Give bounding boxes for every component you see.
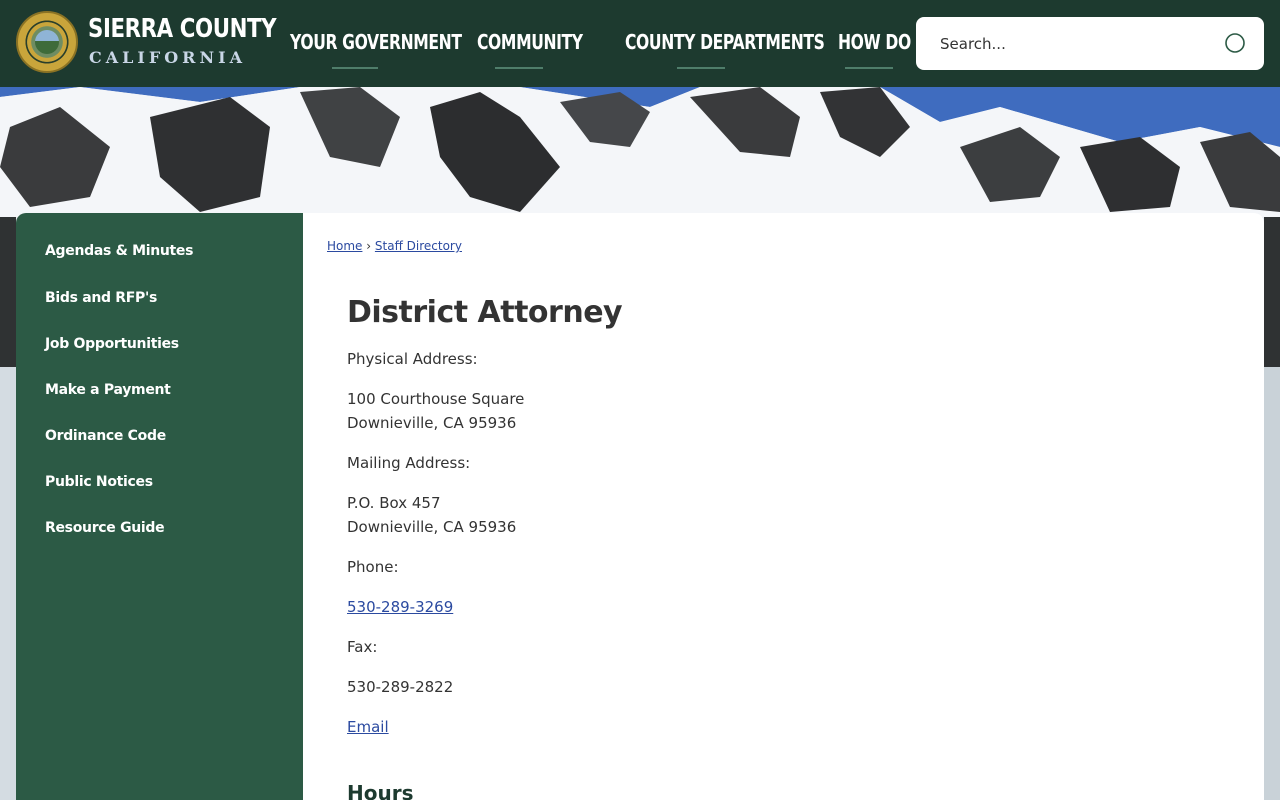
hours-heading: Hours [347,781,414,800]
sidebar-item-agendas-minutes[interactable]: Agendas & Minutes [45,243,193,259]
nav-underline [845,67,893,69]
sidebar-item-make-a-payment[interactable]: Make a Payment [45,382,171,398]
nav-underline [495,67,543,69]
breadcrumb-home-link[interactable]: Home [327,239,362,253]
search-box [916,17,1264,70]
mailing-address-line1: P.O. Box 457 [347,494,441,512]
brand-subtitle[interactable]: CALIFORNIA [89,48,246,67]
physical-address-label: Physical Address: [347,350,478,368]
sidebar-nav: Agendas & Minutes Bids and RFP's Job Opp… [16,213,303,800]
nav-county-departments[interactable]: COUNTY DEPARTMENTS [625,30,825,54]
nav-underline [332,67,378,69]
sidebar-item-public-notices[interactable]: Public Notices [45,474,153,490]
phone-label: Phone: [347,558,399,576]
search-icon[interactable] [1224,32,1246,54]
county-seal-logo[interactable] [16,11,78,73]
search-input[interactable] [940,31,1210,57]
mailing-address-line2: Downieville, CA 95936 [347,518,517,536]
fax-label: Fax: [347,638,378,656]
seal-center [35,30,59,54]
physical-address-line1: 100 Courthouse Square [347,390,525,408]
sidebar-item-resource-guide[interactable]: Resource Guide [45,520,165,536]
breadcrumb: Home › Staff Directory [327,239,462,253]
nav-community[interactable]: COMMUNITY [477,30,583,54]
site-header: SIERRA COUNTY CALIFORNIA YOUR GOVERNMENT… [0,0,1280,87]
page-title: District Attorney [347,295,623,330]
physical-address-line2: Downieville, CA 95936 [347,414,517,432]
nav-your-government[interactable]: YOUR GOVERNMENT [290,30,462,54]
mailing-address-label: Mailing Address: [347,454,471,472]
breadcrumb-separator: › [366,239,372,253]
breadcrumb-staff-directory-link[interactable]: Staff Directory [375,239,462,253]
fax-number: 530-289-2822 [347,678,454,696]
sidebar-item-ordinance-code[interactable]: Ordinance Code [45,428,166,444]
sidebar-item-job-opportunities[interactable]: Job Opportunities [45,336,179,352]
main-content: Home › Staff Directory District Attorney… [303,213,1264,800]
brand-title[interactable]: SIERRA COUNTY [88,14,277,44]
nav-underline [677,67,725,69]
nav-how-do-i[interactable]: HOW DO I [838,30,922,54]
email-link[interactable]: Email [347,718,389,736]
phone-link[interactable]: 530-289-3269 [347,598,453,616]
sidebar-item-bids-rfps[interactable]: Bids and RFP's [45,290,157,306]
